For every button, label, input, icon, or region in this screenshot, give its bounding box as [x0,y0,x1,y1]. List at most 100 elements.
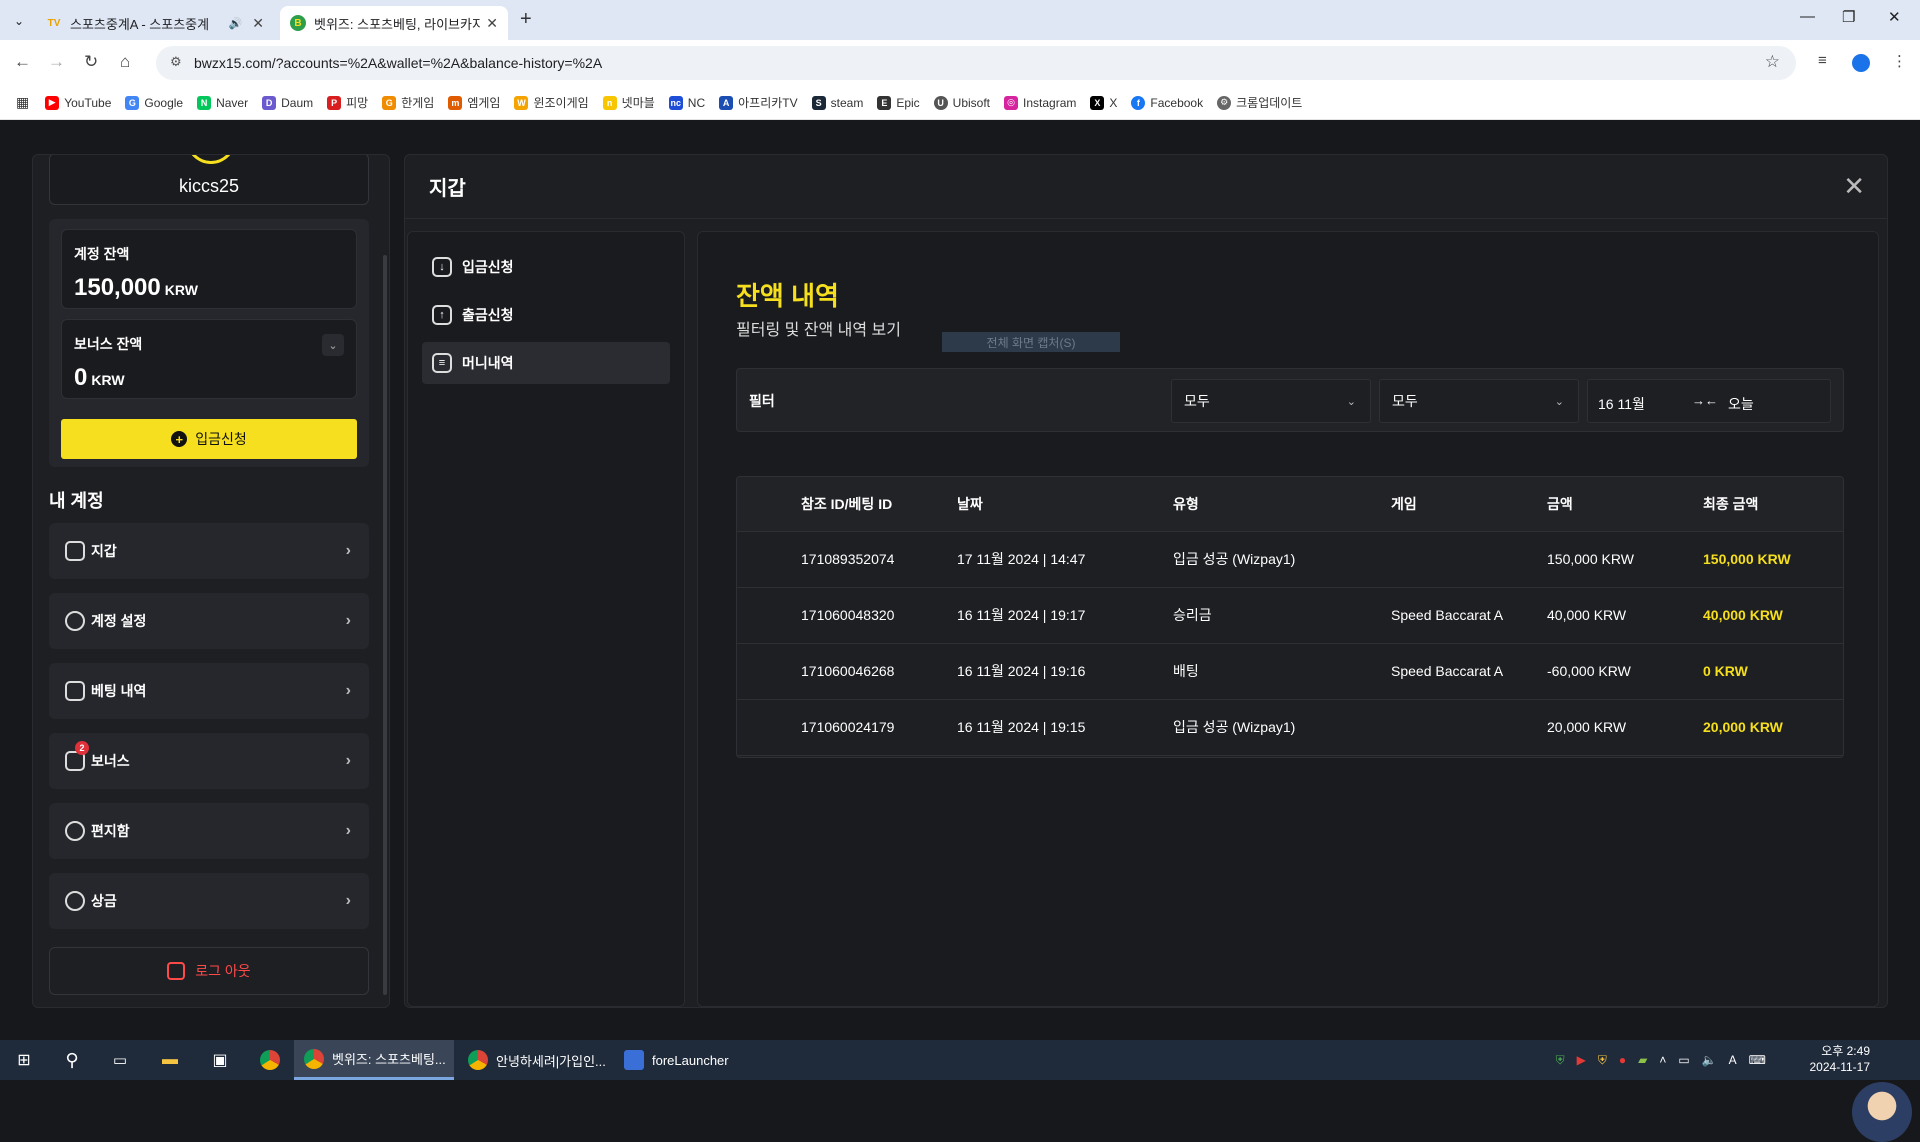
site-info-icon[interactable]: ⚙ [170,54,182,70]
new-tab-icon[interactable]: + [520,8,532,31]
shield-icon[interactable]: ⛨ [1556,1053,1565,1068]
date-cell: 17 11월 2024 | 14:47 [957,531,1173,588]
close-tab-icon[interactable]: ✕ [252,15,264,32]
tab-withdraw[interactable]: ↑ 출금신청 [422,294,670,336]
bookmarks-bar: ▦ ▶ YouTube G Google N Naver D Daum P 피망 G 한게임… [0,86,1920,120]
bookmark-pmang[interactable]: P 피망 [327,94,368,111]
speaker-icon[interactable]: 🔊 [229,17,243,30]
chrome-icon[interactable] [256,1040,284,1080]
back-icon[interactable]: ← [14,52,31,72]
type-cell: 승리금 [1173,587,1391,644]
bookmark-daum[interactable]: D Daum [262,95,313,110]
bookmark-netmarble[interactable]: n 넷마블 [602,94,655,111]
sidebar-item-bonus[interactable]: 2 보너스 › [49,733,369,789]
download-icon: ↓ [432,257,452,277]
chevron-up-icon[interactable]: ˄ [1659,1053,1666,1067]
record-icon[interactable]: ● [1619,1053,1626,1067]
tab-money-history[interactable]: ≡ 머니내역 [422,342,670,384]
wallet-icon [65,541,85,561]
restore-icon[interactable]: ❐ [1842,8,1855,26]
chevron-down-icon: ⌄ [1554,395,1564,408]
minimize-icon[interactable]: — [1800,8,1815,25]
bookmark-youtube[interactable]: ▶ YouTube [45,95,111,110]
type-cell: 입금 성공 (Wizpay1) [1173,531,1391,588]
bookmark-afreecatv[interactable]: A 아프리카TV [719,94,798,111]
bookmark-epic[interactable]: E Epic [877,95,920,110]
award-icon [65,891,85,911]
column-header: 날짜 [957,477,1173,532]
type-select[interactable]: 모두 ⌄ [1171,379,1371,423]
forward-icon[interactable]: → [48,52,65,72]
sidebar-item-betting-history[interactable]: 베팅 내역 › [49,663,369,719]
game-select[interactable]: 모두 ⌄ [1379,379,1579,423]
sidebar-item-account-settings[interactable]: 계정 설정 › [49,593,369,649]
task-view-icon[interactable]: ▭ [106,1040,134,1080]
close-window-icon[interactable]: ✕ [1888,8,1901,26]
daum-icon: D [262,95,277,110]
close-tab-icon[interactable]: ✕ [486,15,498,32]
bookmark-naver[interactable]: N Naver [197,95,248,110]
clock-date: 2024-11-17 [1809,1060,1871,1074]
taskbar-app-signup[interactable]: 안녕하세려|가입인... [458,1040,610,1080]
browser-toolbar: ← → ↻ ⌂ ⚙ bwzx15.com/?accounts=%2A&walle… [0,40,1920,86]
bookmark-ubisoft[interactable]: U Ubisoft [933,95,990,110]
store-icon[interactable]: ▣ [206,1040,234,1080]
reload-icon[interactable]: ↻ [84,52,98,72]
volume-icon[interactable]: 🔈 [1702,1053,1717,1067]
search-icon[interactable]: ⚲ [58,1040,86,1080]
network-icon[interactable]: ▭ [1678,1053,1689,1067]
home-icon[interactable]: ⌂ [120,52,130,72]
bookmark-google[interactable]: G Google [125,95,183,110]
sidebar-scrollbar[interactable] [383,255,387,995]
taskbar-app-forelauncher[interactable]: foreLauncher [614,1040,772,1080]
sidebar-item-wallet[interactable]: 지갑 › [49,523,369,579]
nvidia-icon[interactable]: ▰ [1638,1053,1647,1067]
tab-deposit[interactable]: ↓ 입금신청 [422,246,670,288]
receipt-icon [65,681,85,701]
browser-tab-active[interactable]: B 벳위즈: 스포츠베팅, 라이브카지노 ✕ [280,6,508,40]
play-icon[interactable]: ▶ [1577,1053,1586,1067]
media-icon[interactable]: ≡ [1818,52,1827,69]
windows-start-icon[interactable]: ⊞ [10,1040,38,1080]
taskbar-app-betwiz[interactable]: 벳위즈: 스포츠베팅... [294,1040,454,1080]
close-icon[interactable]: ✕ [1843,171,1865,202]
bookmark-steam[interactable]: Ssteam [811,95,863,110]
bookmark-hangame[interactable]: G 한게임 [382,94,434,111]
bookmark-winjoy[interactable]: W 윈조이게임 [514,94,589,111]
bookmark-x[interactable]: XX [1090,95,1117,110]
system-clock[interactable]: 오후 2:49 2024-11-17 [1810,1043,1871,1075]
bookmark-chrome-update[interactable]: ⚙ 크롬업데이트 [1217,94,1302,111]
support-chat-avatar[interactable] [1852,1082,1912,1142]
game-cell [1391,699,1547,756]
table-row: 171089352074 17 11월 2024 | 14:47 입금 성공 (… [737,531,1843,588]
balance-history-table: 참조 ID/베팅 ID 날짜 유형 게임 금액 최종 금액 1710893520… [736,476,1844,758]
column-header: 금액 [1547,477,1703,532]
ime-icon[interactable]: A [1729,1053,1737,1067]
sidebar-item-prizes[interactable]: 상금 › [49,873,369,929]
sidebar-item-inbox[interactable]: 편지함 › [49,803,369,859]
browser-chrome: ⌄ TV 스포츠중계A - 스포츠중계 🔊 ✕ B 벳위즈: 스포츠베팅, 라이… [0,0,1920,120]
shield-icon[interactable]: ⛨ [1598,1053,1607,1068]
file-explorer-icon[interactable]: ▬ [156,1040,184,1080]
keyboard-icon[interactable]: ⌨ [1749,1053,1766,1067]
epic-icon: E [877,95,892,110]
system-tray: ⛨ ▶ ⛨ ● ▰ ˄ ▭ 🔈 A ⌨ [1550,1040,1772,1080]
column-header: 게임 [1391,477,1547,532]
nc-icon: nc [668,95,683,110]
bookmark-star-icon[interactable]: ☆ [1765,52,1780,72]
bookmark-nc[interactable]: nc NC [668,95,705,110]
bookmark-facebook[interactable]: f Facebook [1131,95,1203,110]
tab-search-icon[interactable]: ⌄ [8,10,30,32]
apps-grid-icon[interactable]: ▦ [16,94,29,111]
profile-icon[interactable] [1852,54,1870,72]
address-bar[interactable]: ⚙ bwzx15.com/?accounts=%2A&wallet=%2A&ba… [156,46,1796,80]
menu-kebab-icon[interactable]: ⋮ [1892,52,1907,70]
bookmark-mgame[interactable]: m 엠게임 [448,94,500,111]
deposit-button[interactable]: + 입금신청 [61,419,357,459]
browser-tab[interactable]: TV 스포츠중계A - 스포츠중계 🔊 ✕ [36,6,274,40]
date-range-picker[interactable]: 16 11월 →← 오늘 [1587,379,1831,423]
logout-button[interactable]: 로그 아웃 [49,947,369,995]
chevron-down-icon[interactable]: ⌄ [322,334,344,356]
chevron-right-icon: › [345,682,351,699]
bookmark-instagram[interactable]: ◎ Instagram [1004,95,1076,110]
